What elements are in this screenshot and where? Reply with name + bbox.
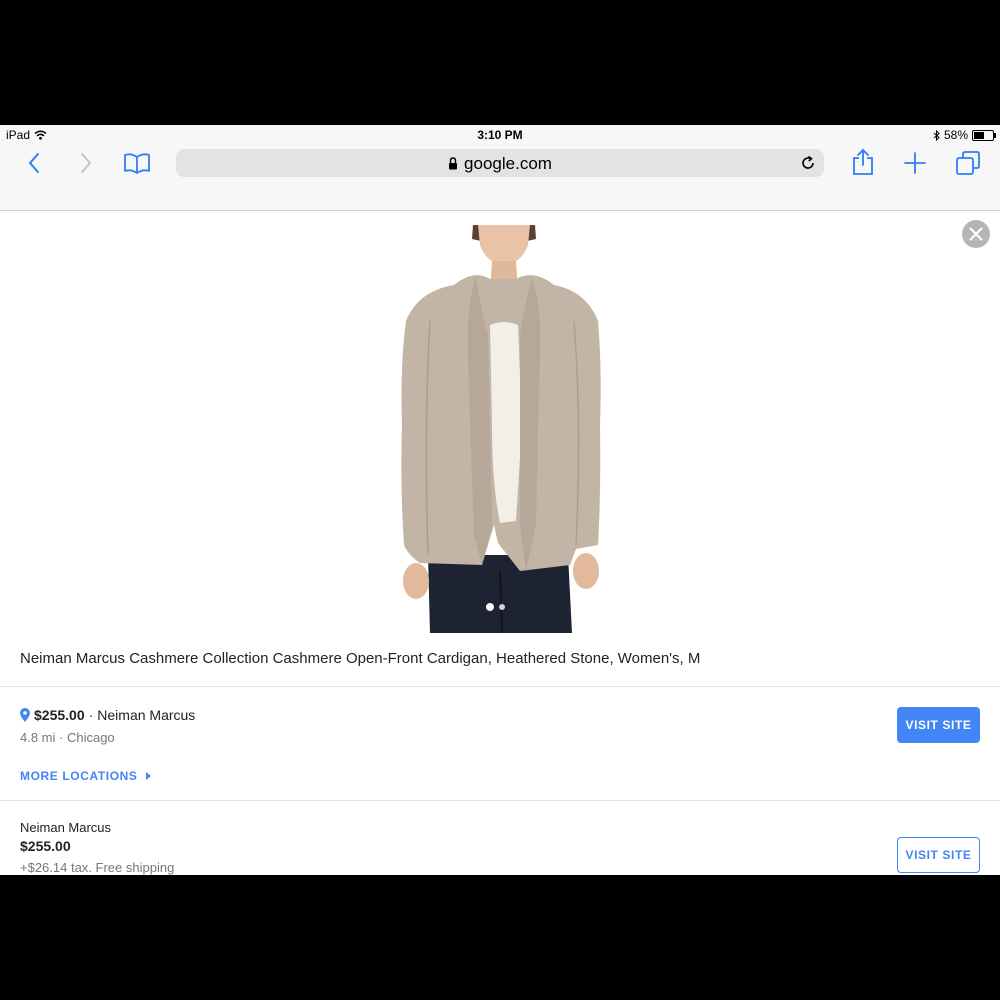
local-offer-distance: 4.8 mi · Chicago xyxy=(20,730,115,745)
address-bar[interactable]: google.com xyxy=(176,149,824,177)
local-offer-separator: · xyxy=(88,707,94,723)
online-offer-shipping: +$26.14 tax. Free shipping xyxy=(20,860,175,875)
more-locations-label: MORE LOCATIONS xyxy=(20,769,138,783)
new-tab-button[interactable] xyxy=(902,151,928,175)
ipad-screen: iPad 3:10 PM 58% google.com Neiman Marcu… xyxy=(0,125,1000,875)
tabs-button[interactable] xyxy=(954,149,982,177)
image-carousel-dots[interactable] xyxy=(486,603,505,611)
back-button[interactable] xyxy=(22,151,46,175)
local-offer-store: Neiman Marcus xyxy=(97,707,196,723)
new-tab-icon xyxy=(904,152,926,174)
location-pin-icon xyxy=(20,708,30,722)
reload-icon xyxy=(802,155,814,169)
browser-toolbar: google.com xyxy=(0,145,1000,211)
divider xyxy=(0,686,1000,687)
battery-icon xyxy=(972,129,996,141)
bookmarks-button[interactable] xyxy=(122,151,152,175)
bookmarks-icon xyxy=(124,153,150,174)
status-bar: iPad 3:10 PM 58% xyxy=(0,125,1000,145)
product-title: Neiman Marcus Cashmere Collection Cashme… xyxy=(20,650,701,667)
triangle-right-icon xyxy=(145,772,151,780)
close-button[interactable] xyxy=(962,220,990,248)
reload-button[interactable] xyxy=(798,153,818,173)
lock-icon xyxy=(449,157,458,170)
divider xyxy=(0,800,1000,801)
tabs-icon xyxy=(956,151,980,175)
close-icon xyxy=(969,227,983,241)
visit-site-button-secondary[interactable]: VISIT SITE xyxy=(897,837,980,873)
share-icon xyxy=(853,148,873,175)
local-offer-price: $255.00 xyxy=(34,707,85,723)
online-offer-seller: Neiman Marcus xyxy=(20,820,112,835)
visit-site-button[interactable]: VISIT SITE xyxy=(897,707,980,743)
status-right: 58% xyxy=(933,128,996,142)
status-time: 3:10 PM xyxy=(477,128,523,142)
address-text-wrap: google.com xyxy=(176,154,824,174)
battery-percent: 58% xyxy=(943,128,968,142)
carousel-dot[interactable] xyxy=(499,604,505,610)
online-offer-price: $255.00 xyxy=(20,838,71,854)
product-image[interactable] xyxy=(370,225,632,633)
local-offer-line: $255.00 · Neiman Marcus xyxy=(20,707,195,723)
share-button[interactable] xyxy=(850,147,876,177)
forward-icon xyxy=(81,153,91,173)
carousel-dot-active[interactable] xyxy=(486,603,494,611)
more-locations-link[interactable]: MORE LOCATIONS xyxy=(20,769,151,783)
back-icon xyxy=(29,153,39,173)
battery-fill xyxy=(974,131,985,139)
address-url: google.com xyxy=(464,154,552,173)
forward-button[interactable] xyxy=(74,151,98,175)
bluetooth-icon xyxy=(933,129,940,141)
